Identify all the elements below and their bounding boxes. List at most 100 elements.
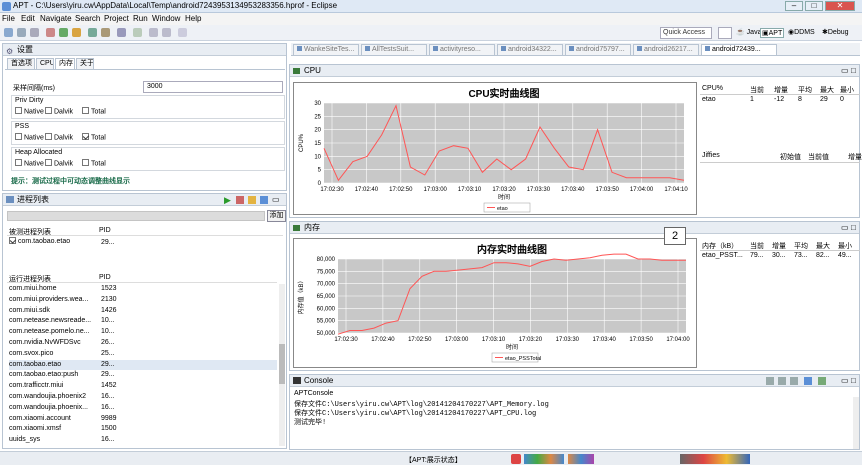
option-native[interactable]: Native [15, 159, 44, 167]
running-process-row[interactable]: com.miui.sdk [9, 306, 277, 316]
minimize-view-icon[interactable]: ▭ [841, 222, 849, 233]
print-icon[interactable] [30, 28, 39, 37]
running-process-row[interactable]: com.wandoujia.phoenix... [9, 403, 277, 413]
option-checkbox[interactable] [82, 133, 89, 140]
external-tools-icon[interactable] [72, 28, 81, 37]
perspective-debug[interactable]: ✱Debug [822, 28, 849, 36]
ime-icon[interactable] [511, 454, 521, 464]
save-log-icon[interactable] [248, 196, 256, 204]
start-icon[interactable]: ▶ [224, 195, 231, 206]
option-checkbox[interactable] [45, 107, 52, 114]
option-total[interactable]: Total [82, 159, 106, 167]
annotation-icon[interactable] [133, 28, 142, 37]
running-process-row[interactable]: com.trafficctr.miui [9, 381, 277, 391]
perspective-ddms[interactable]: ◉DDMS [788, 28, 815, 36]
editor-tab[interactable]: android34322... [497, 44, 563, 55]
menu-edit[interactable]: Edit [21, 14, 35, 23]
option-checkbox[interactable] [15, 107, 22, 114]
option-dalvik[interactable]: Dalvik [45, 133, 73, 141]
back-icon[interactable] [149, 28, 158, 37]
option-checkbox[interactable] [45, 159, 52, 166]
menu-project[interactable]: Project [104, 14, 129, 23]
option-dalvik[interactable]: Dalvik [45, 107, 73, 115]
running-process-row[interactable]: com.taobao.etao:push [9, 370, 277, 380]
menu-help[interactable]: Help [185, 14, 201, 23]
menu-window[interactable]: Window [152, 14, 180, 23]
option-dalvik[interactable]: Dalvik [45, 159, 73, 167]
system-tray[interactable] [680, 454, 750, 464]
perspective-apt[interactable]: ▣APT [760, 28, 785, 38]
running-process-row[interactable]: uuids_sys [9, 435, 277, 445]
monitored-item[interactable]: com.taobao.etao [9, 236, 70, 247]
monitored-checkbox[interactable] [9, 236, 16, 244]
option-native[interactable]: Native [15, 107, 44, 115]
running-process-row[interactable]: com.nvidia.NvWFDSvc [9, 338, 277, 348]
menu-file[interactable]: File [2, 14, 15, 23]
pin-icon[interactable] [178, 28, 187, 37]
editor-tab[interactable]: android75797... [565, 44, 631, 55]
menu-navigate[interactable]: Navigate [40, 14, 72, 23]
option-checkbox[interactable] [82, 159, 89, 166]
menu-run[interactable]: Run [133, 14, 148, 23]
display-console-icon[interactable] [804, 377, 812, 385]
editor-tab[interactable]: AllTestsSuit... [361, 44, 427, 55]
maximize-view-icon[interactable]: □ [851, 375, 856, 386]
interval-input[interactable]: 3000 [143, 81, 283, 93]
editor-tab[interactable]: WankeSiteTes... [293, 44, 359, 55]
settings-tab-0[interactable]: 首选项 [7, 58, 35, 69]
open-console-icon[interactable] [818, 377, 826, 385]
debug-icon[interactable] [46, 28, 55, 37]
option-checkbox[interactable] [15, 133, 22, 140]
open-type-icon[interactable] [101, 28, 110, 37]
open-log-icon[interactable] [260, 196, 268, 204]
settings-tab-3[interactable]: 关于 [76, 58, 94, 69]
maximize-view-icon[interactable]: □ [851, 65, 856, 76]
close-button[interactable]: ✕ [825, 1, 855, 11]
editor-tab[interactable]: activityreso... [429, 44, 495, 55]
running-process-row[interactable]: com.xiaomi.account [9, 414, 277, 424]
minimize-button[interactable]: – [785, 1, 803, 11]
minimize-view-icon[interactable]: ▭ [841, 375, 849, 386]
settings-tab-2[interactable]: 内存 [55, 58, 75, 69]
process-scrollbar[interactable] [279, 284, 285, 446]
pin-console-icon[interactable] [790, 377, 798, 385]
running-process-row[interactable]: com.netease.newsreade... [9, 316, 277, 326]
new-icon[interactable] [4, 28, 13, 37]
minimize-view-icon[interactable]: ▭ [841, 65, 849, 76]
option-checkbox[interactable] [15, 159, 22, 166]
maximize-button[interactable]: □ [805, 1, 823, 11]
open-perspective-icon[interactable] [718, 27, 732, 39]
running-process-row[interactable]: com.taobao.etao [9, 359, 277, 370]
console-scrollbar[interactable] [853, 397, 859, 449]
running-process-row[interactable]: com.xiaomi.xmsf [9, 424, 277, 434]
menu-search[interactable]: Search [75, 14, 100, 23]
option-total[interactable]: Total [82, 107, 106, 115]
option-checkbox[interactable] [82, 107, 89, 114]
option-native[interactable]: Native [15, 133, 44, 141]
editor-tab[interactable]: android26217... [633, 44, 699, 55]
running-process-row[interactable]: com.miui.providers.wea... [9, 295, 277, 305]
process-search-input[interactable] [7, 211, 265, 221]
run-icon[interactable] [59, 28, 68, 37]
perspective-java[interactable]: ☕ Java [736, 28, 761, 36]
minimize-view-icon[interactable]: ▭ [272, 194, 280, 205]
running-process-row[interactable]: com.wandoujia.phoenix2 [9, 392, 277, 402]
forward-icon[interactable] [162, 28, 171, 37]
running-process-row[interactable]: com.miui.home [9, 284, 277, 294]
scroll-lock-icon[interactable] [778, 377, 786, 385]
process-scrollbar-thumb[interactable] [279, 344, 285, 384]
tray-icons[interactable] [568, 454, 594, 464]
stop-icon[interactable] [236, 196, 244, 204]
new-java-project-icon[interactable] [88, 28, 97, 37]
settings-tab-1[interactable]: CPU [36, 58, 54, 69]
option-total[interactable]: Total [82, 133, 106, 141]
search-icon[interactable] [117, 28, 126, 37]
ime-toolbar[interactable] [524, 454, 564, 464]
running-process-row[interactable]: com.svox.pico [9, 349, 277, 359]
clear-console-icon[interactable] [766, 377, 774, 385]
running-process-row[interactable]: com.netease.pomelo.ne... [9, 327, 277, 337]
save-icon[interactable] [17, 28, 26, 37]
maximize-view-icon[interactable]: □ [851, 222, 856, 233]
editor-tab[interactable]: android72439... [701, 44, 777, 55]
option-checkbox[interactable] [45, 133, 52, 140]
